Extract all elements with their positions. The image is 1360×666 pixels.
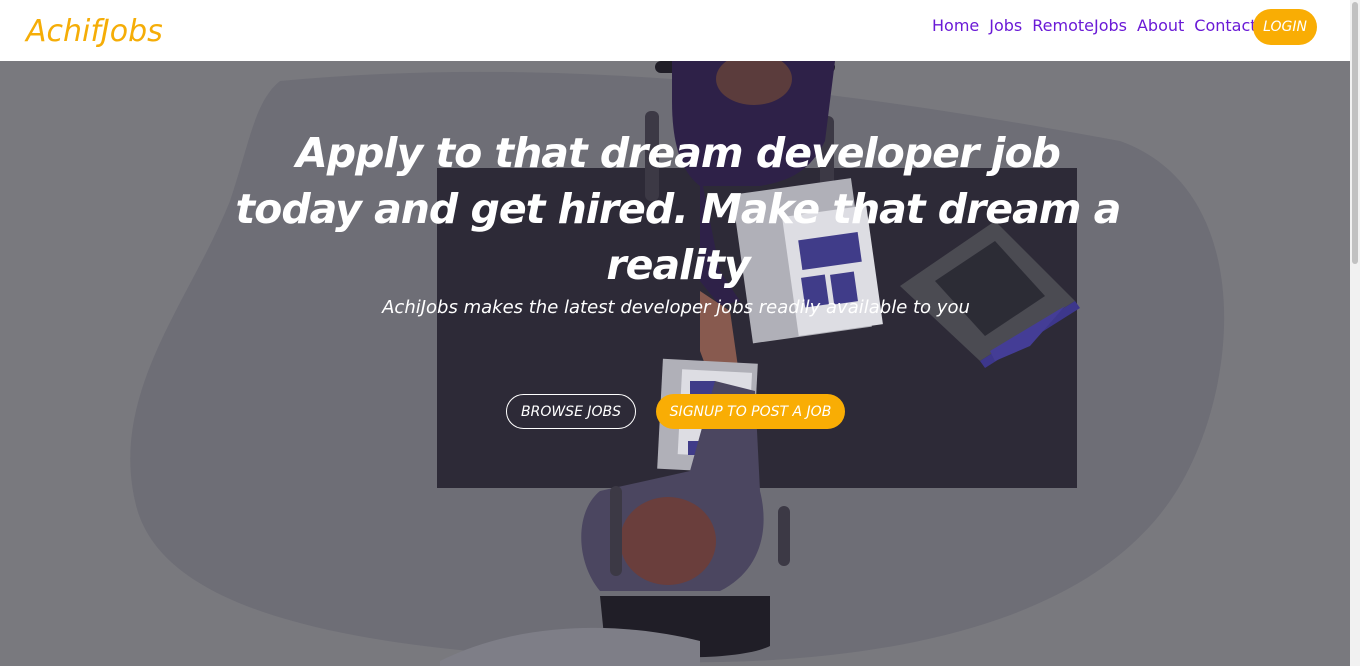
page-scrollbar[interactable] bbox=[1350, 0, 1360, 666]
hero-section: Apply to that dream developer job today … bbox=[0, 61, 1350, 666]
nav-links: Home Jobs RemoteJobs About Contact bbox=[932, 16, 1267, 35]
nav-link-about[interactable]: About bbox=[1137, 16, 1184, 35]
brand-logo[interactable]: AchifJobs bbox=[26, 14, 163, 49]
nav-link-contact[interactable]: Contact bbox=[1194, 16, 1256, 35]
signup-post-job-button[interactable]: SIGNUP TO POST A JOB bbox=[656, 394, 845, 429]
nav-link-home[interactable]: Home bbox=[932, 16, 979, 35]
scrollbar-thumb[interactable] bbox=[1352, 2, 1358, 264]
navbar: AchifJobs Home Jobs RemoteJobs About Con… bbox=[0, 0, 1350, 61]
nav-link-jobs[interactable]: Jobs bbox=[989, 16, 1022, 35]
hero-headline: Apply to that dream developer job today … bbox=[235, 129, 1122, 289]
hero-subtitle: AchiJobs makes the latest developer jobs… bbox=[382, 297, 970, 318]
nav-link-remotejobs[interactable]: RemoteJobs bbox=[1032, 16, 1127, 35]
login-button[interactable]: LOGIN bbox=[1253, 9, 1317, 45]
browse-jobs-button[interactable]: BROWSE JOBS bbox=[506, 394, 636, 429]
